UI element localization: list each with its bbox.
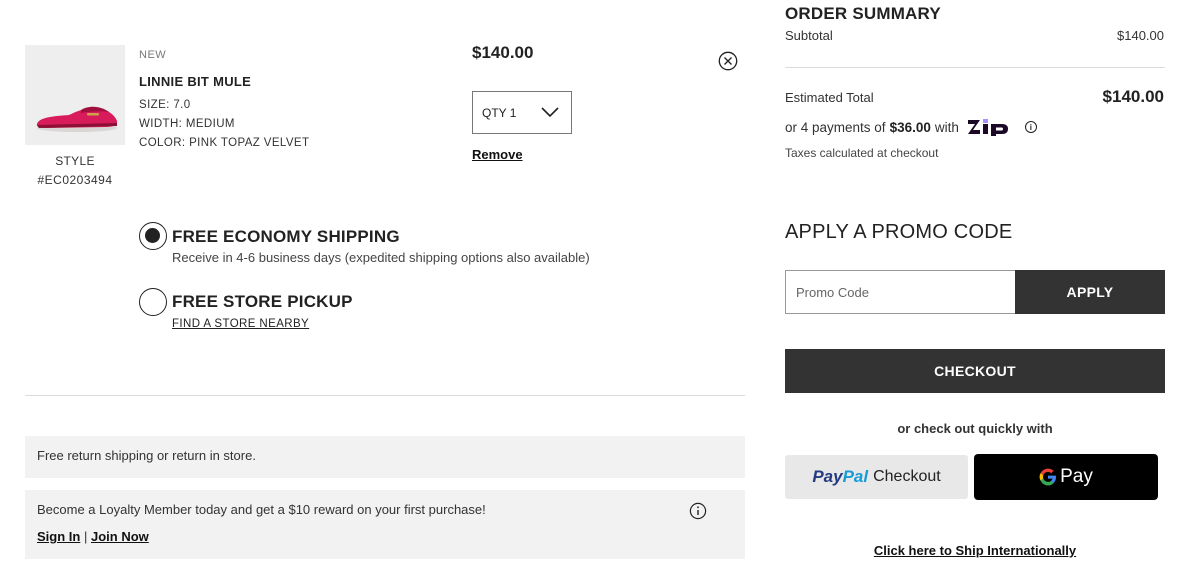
zip-info-icon[interactable]: i [1024, 121, 1037, 133]
sign-in-link[interactable]: Sign In [37, 529, 80, 544]
find-store-link[interactable]: FIND A STORE NEARBY [172, 318, 309, 330]
style-number: #EC0203494 [37, 173, 113, 187]
estimated-total-label: Estimated Total [785, 90, 874, 105]
link-separator: | [83, 529, 88, 544]
new-badge: NEW [139, 49, 167, 61]
join-now-link[interactable]: Join Now [91, 529, 149, 544]
economy-shipping-subtitle: Receive in 4-6 business days (expedited … [172, 250, 590, 265]
paypal-logo-pay: Pay [812, 467, 843, 486]
returns-banner: Free return shipping or return in store. [25, 436, 745, 478]
info-icon[interactable] [689, 502, 707, 520]
quick-checkout-label: or check out quickly with [897, 421, 1053, 436]
zip-installments: or 4 payments of $36.00 with i [785, 118, 1037, 136]
economy-shipping-title: FREE ECONOMY SHIPPING [172, 227, 400, 246]
quantity-select[interactable]: QTY 1 [472, 91, 572, 134]
item-price: $140.00 [472, 43, 534, 62]
order-summary-title: ORDER SUMMARY [785, 4, 941, 23]
paypal-logo-pal: Pal [842, 467, 869, 486]
summary-divider [785, 67, 1165, 68]
checkout-button[interactable]: CHECKOUT [785, 349, 1165, 393]
product-width: WIDTH: MEDIUM [139, 118, 235, 130]
promo-title: APPLY A PROMO CODE [785, 221, 1013, 243]
promo-code-input[interactable] [785, 270, 1016, 314]
paypal-checkout-button[interactable]: Pay Pal Checkout [785, 455, 968, 499]
remove-item-button[interactable] [718, 51, 738, 71]
quantity-value: QTY 1 [482, 105, 517, 120]
pink-mule-shoe-image [25, 45, 125, 145]
zip-logo-icon [967, 119, 1008, 136]
returns-banner-text: Free return shipping or return in store. [37, 448, 256, 463]
product-image[interactable] [25, 45, 125, 145]
google-g-icon [1039, 468, 1057, 486]
chevron-down-icon [541, 107, 559, 118]
google-pay-label: Pay [1060, 466, 1093, 487]
close-circle-icon [718, 51, 738, 71]
apply-promo-button[interactable]: APPLY [1015, 270, 1165, 314]
product-size: SIZE: 7.0 [139, 99, 191, 111]
loyalty-banner-text: Become a Loyalty Member today and get a … [37, 502, 486, 517]
economy-shipping-radio[interactable] [139, 222, 167, 250]
store-pickup-radio[interactable] [139, 288, 167, 316]
style-label: STYLE [55, 154, 95, 168]
loyalty-banner: Become a Loyalty Member today and get a … [25, 490, 745, 559]
divider [25, 395, 745, 396]
taxes-note: Taxes calculated at checkout [785, 146, 939, 160]
store-pickup-title: FREE STORE PICKUP [172, 292, 353, 311]
zip-suffix: with [934, 119, 959, 135]
google-pay-button[interactable]: Pay [974, 454, 1158, 500]
ship-internationally-link[interactable]: Click here to Ship Internationally [785, 543, 1165, 558]
remove-link[interactable]: Remove [472, 147, 523, 162]
paypal-checkout-label: Checkout [873, 468, 941, 485]
zip-amount: $36.00 [889, 119, 931, 135]
zip-prefix: or 4 payments of [785, 119, 886, 135]
product-color: COLOR: PINK TOPAZ VELVET [139, 137, 310, 149]
product-name[interactable]: LINNIE BIT MULE [139, 74, 251, 89]
subtotal-value: $140.00 [1117, 28, 1164, 43]
subtotal-label: Subtotal [785, 28, 833, 43]
estimated-total-value: $140.00 [1102, 87, 1164, 106]
loyalty-links: Sign In | Join Now [37, 529, 149, 544]
